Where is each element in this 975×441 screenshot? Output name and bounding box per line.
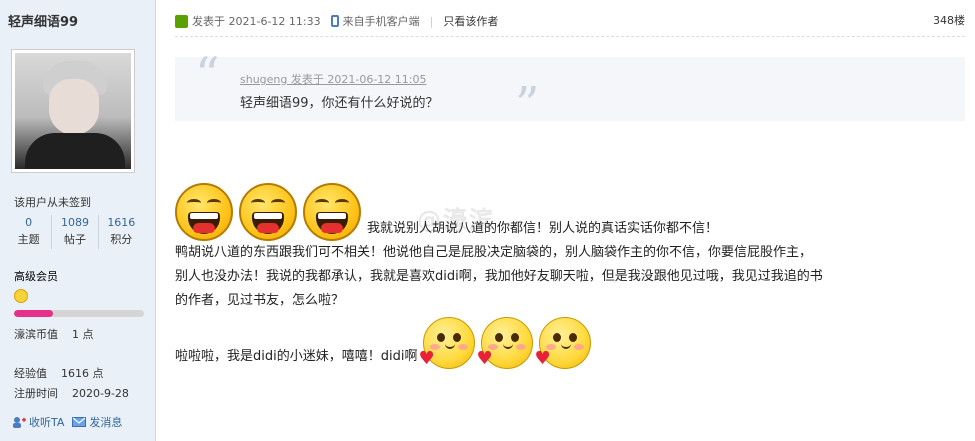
content-line: 我就说别人胡说八道的你都信！别人说的真话实话你都不信！ [367,221,719,236]
post-client[interactable]: 来自手机客户端 [343,13,420,29]
reg-value: 2020-9-28 [72,387,129,400]
level-smiley-icon [14,289,28,303]
envelope-icon [72,417,87,427]
quote-text: 轻声细语99，你还有什么好说的？ [240,96,439,111]
post-header: 发表于 2021-6-12 11:33 来自手机客户端 | 只看该作者 [175,13,498,29]
only-author-link[interactable]: 只看该作者 [443,13,498,29]
quote-open-icon: “ [195,47,220,103]
stat-label: 主题 [17,233,40,246]
stat-value: 0 [25,216,33,229]
header-separator: | [429,14,434,28]
floor-number[interactable]: 348楼 [933,12,965,28]
coins-row: 濠滨币值 1 点 [14,326,94,342]
avatar-image [15,53,131,169]
cute-heart-emoji-icon: ♥ [476,317,534,369]
follow-button[interactable]: 收听TA [12,414,64,430]
post-body: 发表于 2021-6-12 11:33 来自手机客户端 | 只看该作者 348楼… [157,0,975,441]
quote-close-icon: ” [515,77,540,133]
cute-heart-emoji-icon: ♥ [418,317,476,369]
header-divider [175,36,965,37]
stat-label: 积分 [110,233,133,246]
content-line: 鸭胡说八道的东西跟我们可不相关！他说他自己是屁股决定脑袋的，别人脑袋作主的你不信… [175,245,813,260]
checkin-status: 该用户从未签到 [14,196,91,209]
avatar-face [49,79,99,135]
laughing-emoji-icon [303,183,361,241]
author-sidebar: 轻声细语99 该用户从未签到 0 主题 1089 帖子 1616 积分 高级会员… [0,0,156,441]
user-actions: 收听TA 发消息 [12,414,122,430]
content-line: 的作者，见过书友，怎么啦？ [175,293,345,308]
avatar[interactable] [11,49,135,173]
laughing-emoji-icon [239,183,297,241]
coins-label: 濠滨币值 [14,328,58,341]
mobile-phone-icon [330,15,339,27]
exp-row: 经验值 1616 点 [14,365,104,381]
level-progress-bar [14,310,144,317]
post-time: 发表于 2021-6-12 11:33 [192,15,321,28]
user-level[interactable]: 高级会员 [14,268,58,284]
content-line: 啦啦啦，我是didi的小迷妹，嘻嘻！didi啊 [175,349,418,364]
avatar-body [25,133,125,169]
reg-row: 注册时间 2020-9-28 [14,385,129,401]
message-label: 发消息 [89,416,123,429]
exp-label: 经验值 [14,367,47,380]
reg-label: 注册时间 [14,387,58,400]
coins-value: 1 点 [72,328,94,341]
stat-posts[interactable]: 1089 帖子 [52,215,99,249]
exp-value: 1616 点 [61,367,104,380]
stat-value: 1089 [60,216,89,229]
post-content: 我就说别人胡说八道的你都信！别人说的真话实话你都不信！ 鸭胡说八道的东西跟我们可… [175,183,965,369]
message-button[interactable]: 发消息 [72,414,122,430]
stat-label: 帖子 [63,233,86,246]
follow-icon [13,417,26,428]
stat-value: 1616 [107,216,136,229]
stat-threads[interactable]: 0 主题 [6,215,53,249]
user-stats: 0 主题 1089 帖子 1616 积分 [6,215,144,249]
level-progress-fill [14,310,53,317]
content-line: 别人也没办法！我说的我都承认，我就是喜欢didi啊，我加他好友聊天啦，但是我没跟… [175,269,823,284]
online-status-icon [175,14,188,28]
author-name[interactable]: 轻声细语99 [8,11,78,30]
quote-meta[interactable]: shugeng 发表于 2021-06-12 11:05 [240,71,427,87]
line-with-cute-emojis: 啦啦啦，我是didi的小迷妹，嘻嘻！didi啊 ♥ ♥ ♥ [175,317,965,369]
quote-block: “ shugeng 发表于 2021-06-12 11:05 轻声细语99，你还… [175,51,965,129]
line-with-laugh-emojis: 我就说别人胡说八道的你都信！别人说的真话实话你都不信！ [175,183,965,241]
cute-heart-emoji-icon: ♥ [534,317,592,369]
follow-label: 收听TA [29,416,65,429]
stat-points[interactable]: 1616 积分 [99,215,144,249]
laughing-emoji-icon [175,183,233,241]
